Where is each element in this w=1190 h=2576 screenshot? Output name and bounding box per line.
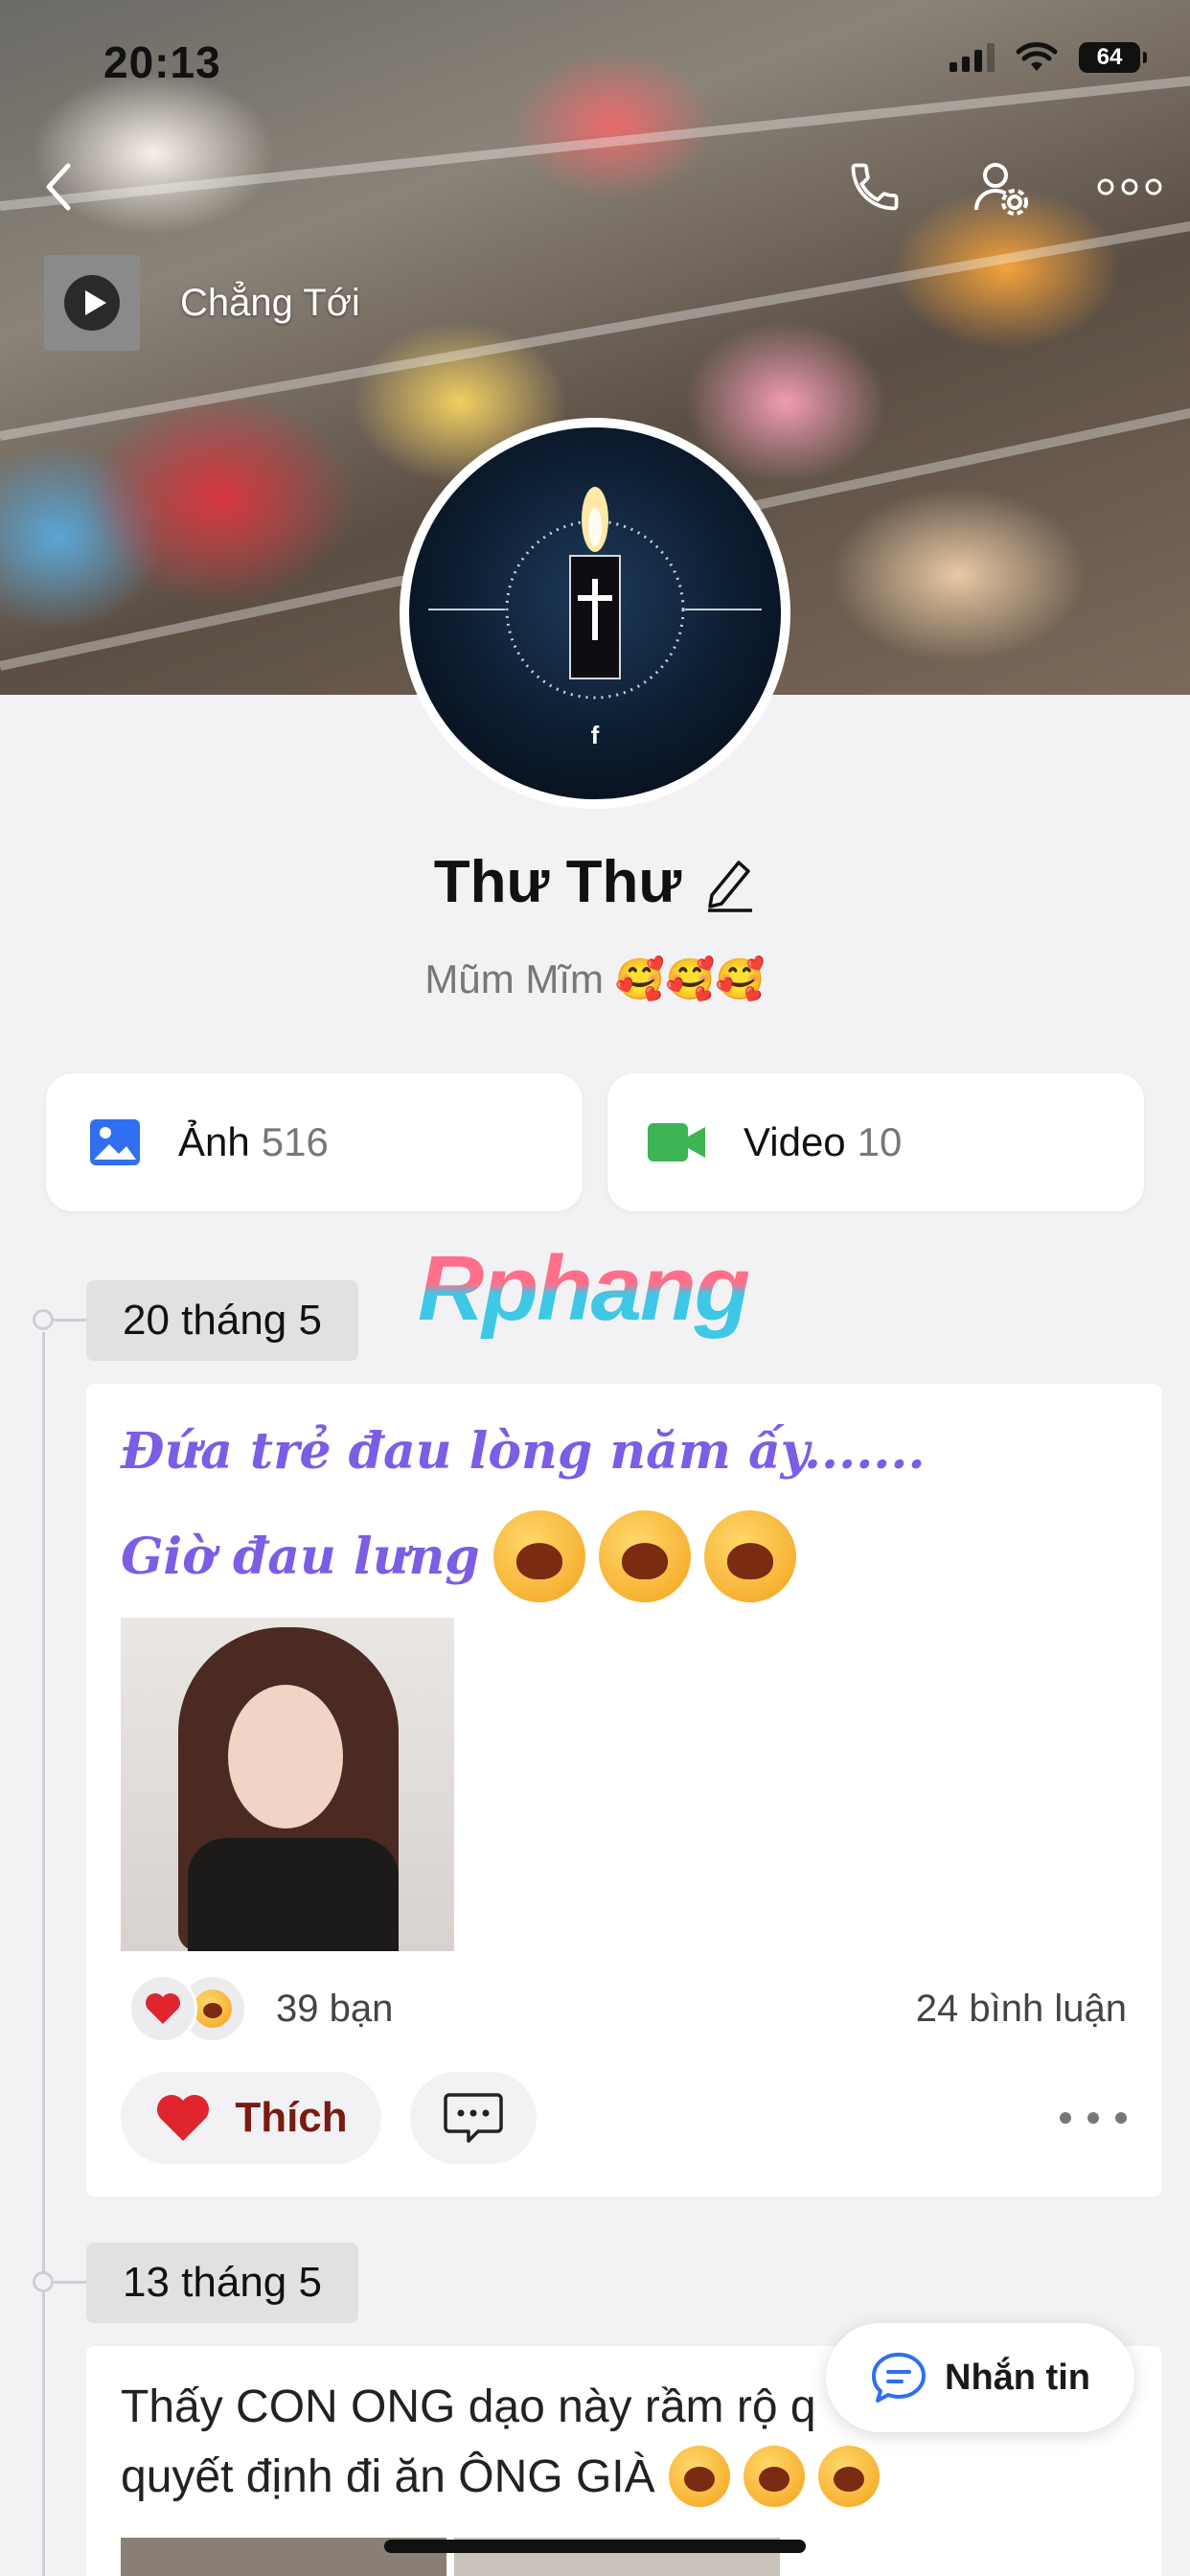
play-icon [64, 275, 120, 331]
profile-settings-button[interactable] [968, 153, 1035, 220]
photos-card[interactable]: Ảnh 516 [46, 1073, 583, 1211]
avatar-image: f [409, 427, 781, 799]
post-more-button[interactable] [1060, 2099, 1127, 2137]
back-button[interactable] [25, 153, 92, 220]
post-text-line: Đứa trẻ đau lòng năm ấy....... [121, 1422, 926, 1481]
status-time: 20:13 [103, 37, 221, 87]
laughing-face-icon [492, 1510, 585, 1602]
profile-name-row: Thư Thư [0, 848, 1190, 916]
post-text-line-with-emoji: quyết định đi ăn ÔNG GIÀ [121, 2446, 880, 2507]
videos-card[interactable]: Video 10 [607, 1073, 1144, 1211]
laughing-face-icon [743, 2446, 805, 2507]
back-chevron-icon [46, 163, 71, 211]
photo-clothing-shape [188, 1838, 399, 1951]
laughing-face-icon [817, 2446, 880, 2507]
profile-name: Thư Thư [433, 849, 682, 915]
post-text-line: Thấy CON ONG dạo này rầm rộ q [121, 2381, 816, 2432]
timeline-dot [33, 2271, 54, 2292]
candle-icon: f [428, 487, 762, 749]
more-dots-icon [1097, 178, 1162, 196]
status-icons: 64 [950, 42, 1147, 73]
call-button[interactable] [841, 153, 908, 220]
photos-label: Ảnh [178, 1119, 250, 1164]
post-text-line: quyết định đi ăn ÔNG GIÀ [121, 2450, 655, 2502]
timeline-connector [54, 1319, 88, 1322]
cellular-signal-icon [950, 43, 995, 72]
reactions-count[interactable]: 39 bạn [276, 1988, 393, 2031]
heart-icon [157, 2095, 210, 2141]
battery-indicator: 64 [1079, 42, 1147, 73]
comments-count[interactable]: 24 bình luận [916, 1988, 1127, 2031]
like-button[interactable]: Thích [121, 2072, 381, 2164]
svg-text:f: f [591, 721, 600, 749]
profile-bio: Mũm Mĩm 🥰🥰🥰 [424, 956, 766, 1001]
like-label: Thích [235, 2094, 348, 2141]
laughing-face-icon [668, 2446, 730, 2507]
videos-count: 10 [857, 1119, 903, 1164]
watermark-logo: Rphang [418, 1237, 750, 1340]
home-indicator[interactable] [384, 2540, 806, 2553]
heart-reaction-icon [128, 1974, 197, 2043]
photo-face-shape [228, 1685, 343, 1828]
wifi-icon [1016, 42, 1058, 71]
post-card[interactable]: Đứa trẻ đau lòng năm ấy....... Giờ đau l… [86, 1384, 1161, 2196]
video-camera-icon [648, 1123, 705, 1162]
laughing-face-icon [703, 1510, 796, 1602]
photos-count: 516 [261, 1119, 329, 1164]
edit-pencil-icon[interactable] [702, 853, 756, 912]
more-options-button[interactable] [1094, 153, 1165, 220]
music-thumbnail[interactable] [44, 255, 140, 351]
phone-icon [851, 163, 899, 211]
date-chip: 13 tháng 5 [86, 2242, 358, 2323]
comment-bubble-icon [444, 2093, 503, 2143]
chat-bubble-icon [872, 2353, 926, 2403]
user-settings-icon [974, 163, 1028, 216]
post-photo[interactable] [121, 1618, 454, 1951]
timeline-dot [33, 1309, 54, 1330]
comment-button[interactable] [410, 2072, 537, 2164]
timeline-connector [54, 2281, 88, 2284]
message-button-label: Nhắn tin [945, 2357, 1090, 2398]
post-text-line: Giờ đau lưng [121, 1527, 480, 1586]
profile-avatar[interactable]: f [400, 418, 790, 809]
laughing-face-icon [598, 1510, 691, 1602]
profile-music[interactable]: Chẳng Tới [44, 255, 360, 351]
message-button[interactable]: Nhắn tin [826, 2323, 1134, 2432]
timeline-line [42, 1332, 45, 2576]
photo-gallery-icon [90, 1119, 140, 1165]
post-text-line-with-emoji: Giờ đau lưng [121, 1510, 796, 1602]
date-chip: 20 tháng 5 [86, 1280, 358, 1361]
videos-label: Video [744, 1119, 846, 1164]
music-title: Chẳng Tới [180, 281, 360, 324]
